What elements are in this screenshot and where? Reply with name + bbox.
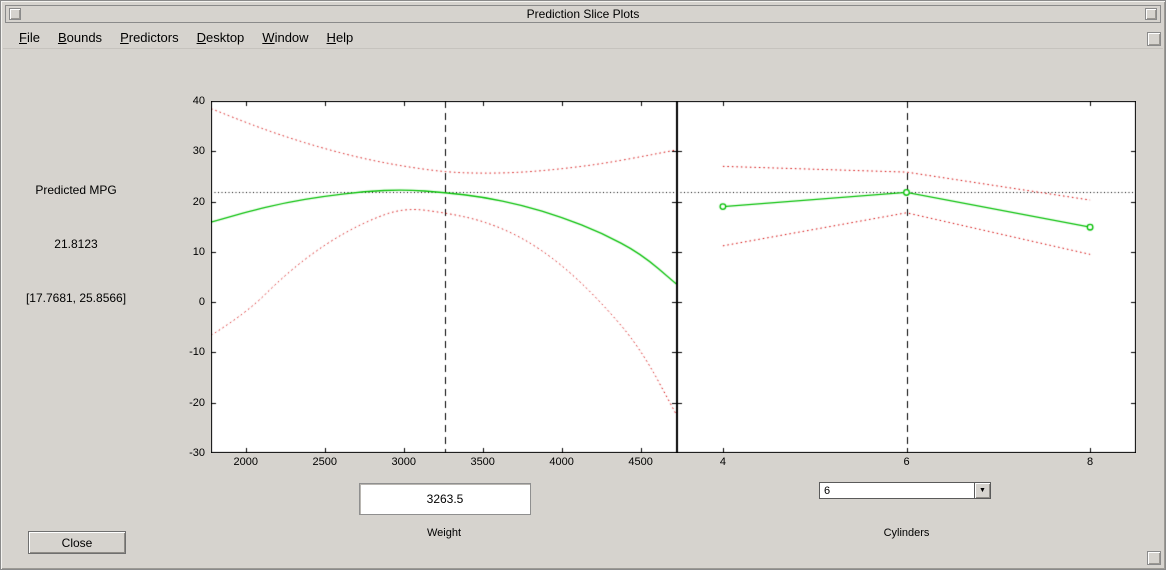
resize-grip-bottom-right[interactable] [1147,551,1161,565]
x-tick-label: 4500 [628,456,653,468]
y-tick-label: 20 [192,195,205,208]
weight-plot-canvas[interactable] [211,101,677,453]
y-tick-label: -10 [189,346,205,359]
y-tick-label: 40 [192,95,205,107]
chevron-down-icon: ▼ [979,487,986,494]
x-tick-label: 2000 [233,456,258,468]
x-tick-label: 3000 [391,456,416,468]
menu-bar: File Bounds Predictors Desktop Window He… [3,27,1163,49]
close-button[interactable]: Close [28,531,126,554]
confidence-interval: [17.7681, 25.8566] [25,291,127,305]
y-tick-label: -30 [189,447,205,459]
x-tick-label: 6 [903,456,910,468]
y-tick-label: 10 [192,245,205,258]
prediction-slice-plots-window: Prediction Slice Plots File Bounds Predi… [0,0,1166,570]
menu-bounds[interactable]: Bounds [49,28,111,47]
menu-desktop[interactable]: Desktop [188,28,254,47]
x-tick-label: 2500 [312,456,337,468]
response-label: Predicted MPG [35,183,117,197]
window-title: Prediction Slice Plots [526,7,640,21]
menu-file[interactable]: File [10,28,49,47]
cylinders-selected-value: 6 [824,484,831,497]
cylinders-dropdown[interactable]: 6 ▼ [819,482,991,499]
x-tick-label: 4000 [549,456,574,468]
weight-slice-plot[interactable]: 2000 2500 3000 3500 4000 4500 -30 -20 -10 0 10 20 30… [189,95,677,468]
cylinders-plot-canvas[interactable] [677,101,1136,453]
menu-window[interactable]: Window [253,28,317,47]
x-tick-label: 3500 [470,456,495,468]
y-tick-label: 0 [198,296,205,309]
y-tick-label: -20 [189,396,205,409]
title-bar[interactable]: Prediction Slice Plots [5,5,1161,23]
window-maximize-button[interactable] [1145,8,1157,20]
weight-value-input[interactable] [359,483,531,515]
window-menu-button[interactable] [9,8,21,20]
cylinders-axis-label: Cylinders [883,527,930,539]
menu-predictors[interactable]: Predictors [111,28,188,47]
menu-help[interactable]: Help [318,28,363,47]
x-tick-label: 4 [719,456,726,468]
y-tick-label: 30 [192,145,205,158]
predicted-value: 21.8123 [54,237,98,251]
dropdown-arrow-button[interactable]: ▼ [974,483,990,498]
x-tick-label: 8 [1087,456,1094,468]
resize-grip-top-right[interactable] [1147,32,1161,46]
cylinders-slice-plot[interactable]: 4 6 8 [677,101,1136,468]
weight-axis-label: Weight [426,527,462,539]
